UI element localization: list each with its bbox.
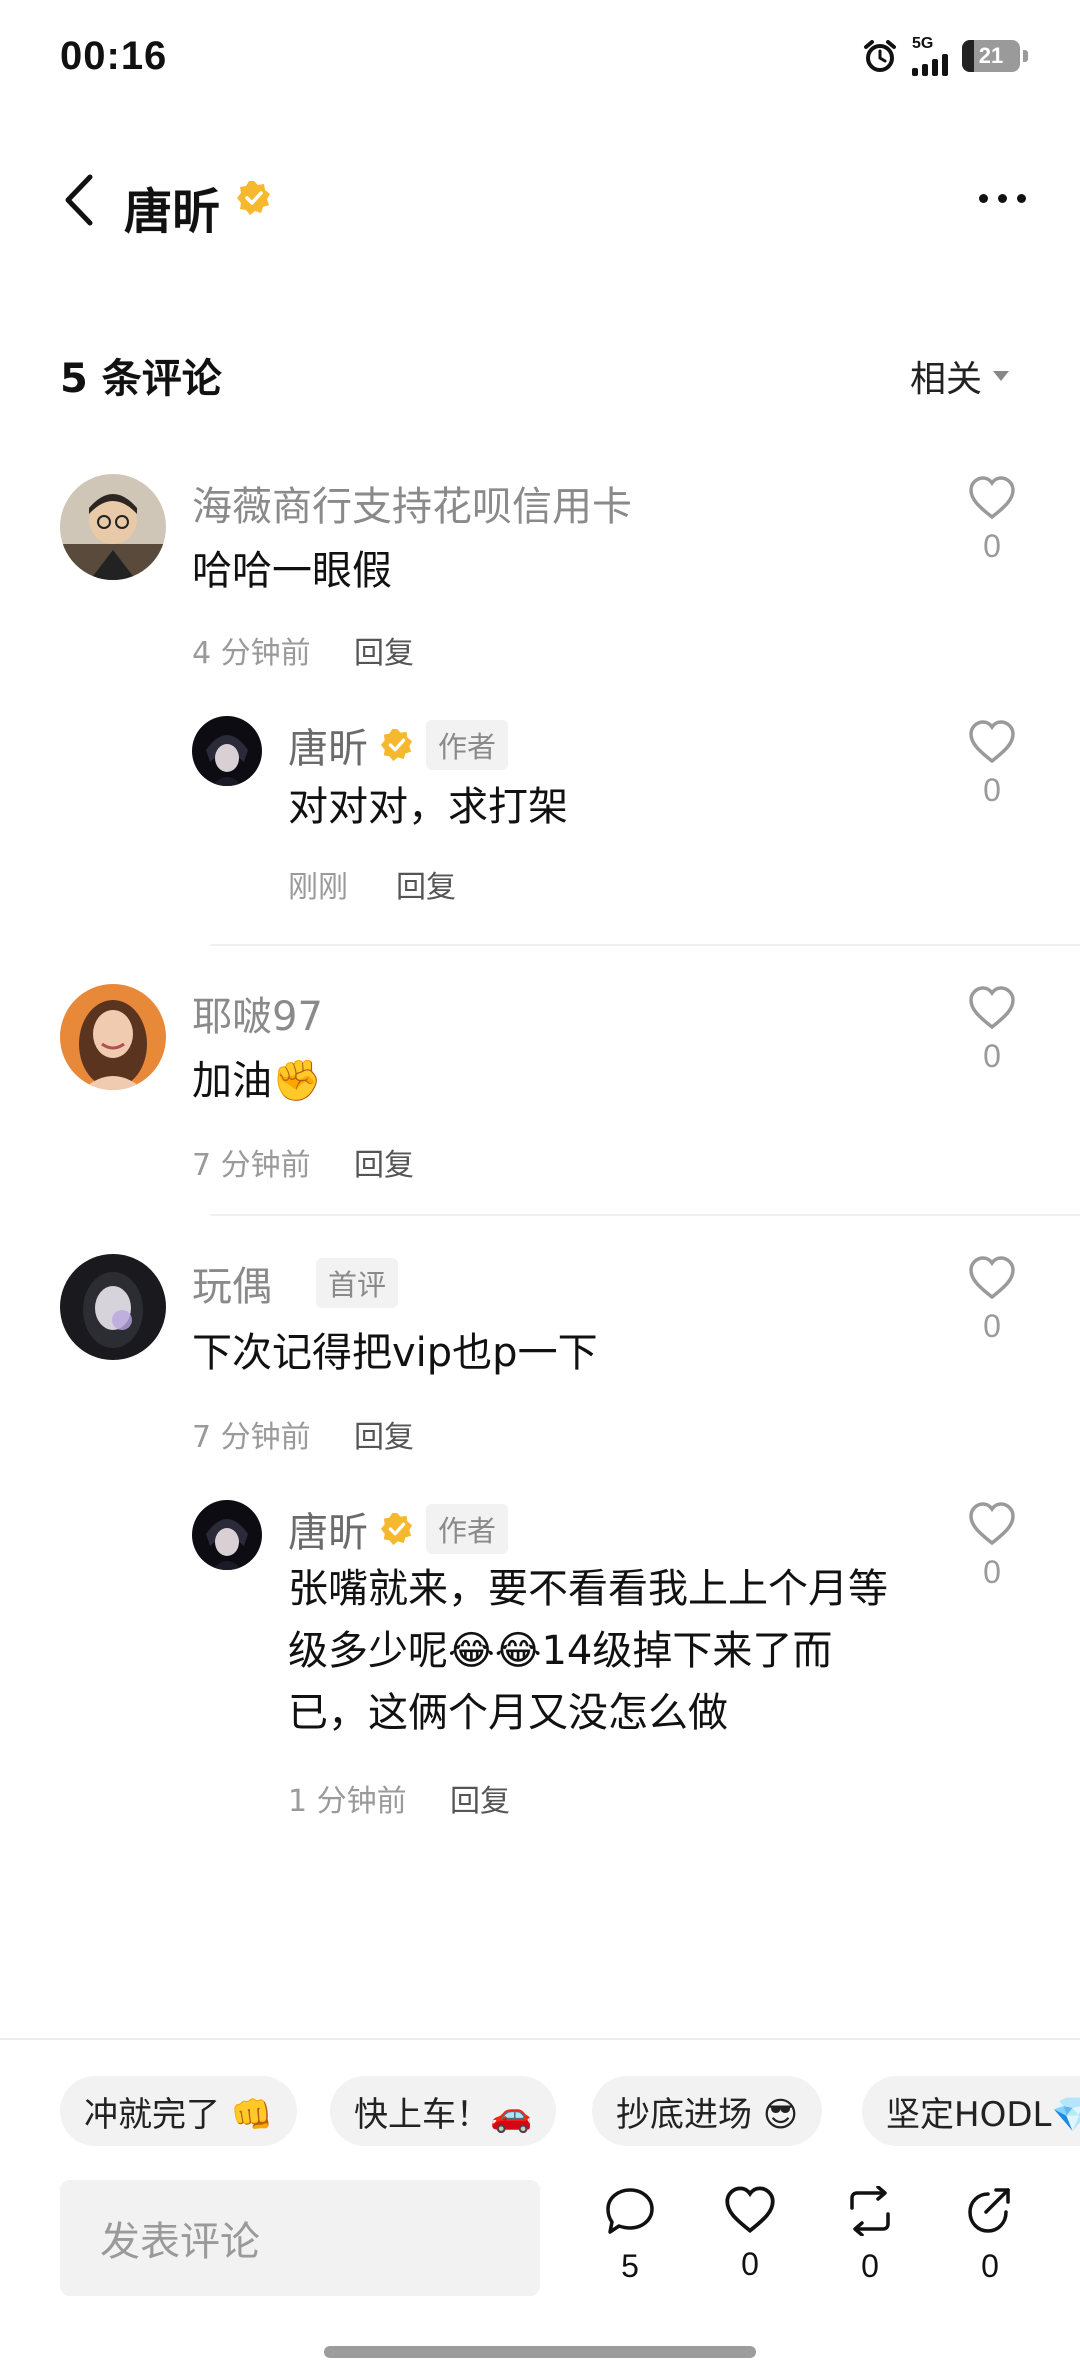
reply-time: 刚刚 [288, 870, 348, 905]
like-button[interactable]: 0 [962, 476, 1022, 565]
comment-text: 加油✊ [192, 1058, 322, 1104]
avatar[interactable] [60, 474, 166, 580]
comment-author-name[interactable]: 耶啵97 [192, 984, 323, 1042]
quick-reply-chip[interactable]: 快上车！🚗 [330, 2076, 557, 2146]
reply-button[interactable]: 回复 [354, 628, 414, 672]
network-label: 5G [912, 35, 934, 52]
share-action-button[interactable]: 0 [950, 2186, 1030, 2285]
like-count: 0 [983, 1308, 1001, 1344]
more-options-button[interactable] [979, 178, 1026, 218]
like-count: 0 [983, 772, 1001, 808]
reply-author-name[interactable]: 唐昕 [288, 1500, 368, 1558]
like-action-button[interactable]: 0 [710, 2186, 790, 2283]
comment-action-button[interactable]: 5 [590, 2186, 670, 2285]
author-tag: 作者 [426, 1504, 509, 1554]
page-title: 唐昕 [124, 172, 220, 242]
avatar[interactable] [60, 1254, 166, 1360]
reply-text-line: 级多少呢😂😂14级掉下来了而 [288, 1628, 833, 1674]
comment-author-name[interactable]: 海薇商行支持花呗信用卡 [192, 474, 632, 532]
like-count: 0 [983, 1038, 1001, 1074]
like-button[interactable]: 0 [962, 720, 1022, 809]
avatar[interactable] [60, 984, 166, 1090]
avatar-image [60, 474, 166, 580]
heart-icon [969, 476, 1015, 520]
avatar-image [60, 984, 166, 1090]
reply-text-line: 已，这俩个月又没怎么做 [288, 1690, 728, 1736]
like-button[interactable]: 0 [962, 986, 1022, 1075]
reply-author-row: 唐昕 作者 [288, 716, 509, 774]
battery-icon: 21 [962, 40, 1028, 72]
share-count: 0 [981, 2248, 999, 2284]
signal-indicator: 5G [912, 36, 948, 76]
reply-button[interactable]: 回复 [450, 1776, 510, 1820]
caret-down-icon [993, 371, 1009, 381]
divider [210, 944, 1080, 946]
heart-icon [969, 986, 1015, 1030]
quick-reply-chip[interactable]: 坚定HODL💎 [862, 2076, 1080, 2146]
sort-dropdown[interactable]: 相关 [910, 350, 1010, 402]
reply-author-row: 唐昕 作者 [288, 1500, 509, 1558]
repost-action-button[interactable]: 0 [830, 2185, 910, 2285]
reply-time: 1 分钟前 [288, 1784, 407, 1819]
battery-level: 21 [978, 43, 1004, 68]
comment-count-title: 5 条评论 [60, 356, 222, 402]
reply-text-line: 张嘴就来，要不看看我上上个月等 [288, 1566, 888, 1612]
avatar[interactable] [192, 1500, 262, 1570]
reply-text: 对对对，求打架 [288, 784, 568, 830]
more-dot-icon [979, 193, 988, 203]
comment-input-placeholder: 发表评论 [100, 2219, 260, 2265]
comment-input[interactable]: 发表评论 [60, 2180, 540, 2296]
reply-button[interactable]: 回复 [354, 1140, 414, 1184]
avatar-image [192, 716, 262, 786]
back-button[interactable] [54, 168, 104, 232]
heart-icon [969, 720, 1015, 764]
like-count: 0 [741, 2246, 759, 2282]
comment-text: 下次记得把vip也p一下 [192, 1330, 598, 1376]
signal-bars-icon [912, 52, 948, 76]
comment-author-row: 玩偶 首评 [192, 1254, 399, 1312]
page-title-text: 唐昕 [124, 184, 221, 240]
verified-badge-icon [380, 728, 413, 762]
like-button[interactable]: 0 [962, 1502, 1022, 1591]
comment-bubble-icon [606, 2188, 654, 2234]
alarm-icon [864, 40, 896, 72]
like-count: 0 [983, 1554, 1001, 1590]
heart-icon [725, 2186, 775, 2233]
bottom-divider [0, 2038, 1080, 2040]
quick-reply-chip[interactable]: 冲就完了 👊 [60, 2076, 298, 2146]
comment-text: 哈哈一眼假 [192, 548, 392, 594]
like-count: 0 [983, 528, 1001, 564]
comment-time: 7 分钟前 [192, 1148, 311, 1183]
repost-icon [850, 2185, 890, 2237]
status-icons: 5G 21 [862, 36, 1028, 76]
reply-button[interactable]: 回复 [354, 1412, 414, 1456]
chevron-left-icon [65, 174, 93, 226]
repost-count: 0 [861, 2248, 879, 2284]
verified-badge-icon [380, 1512, 413, 1546]
verified-badge-icon [237, 181, 270, 215]
avatar[interactable] [192, 716, 262, 786]
home-indicator[interactable] [324, 2346, 756, 2358]
author-tag: 作者 [426, 720, 509, 770]
avatar-image [192, 1500, 262, 1570]
comment-author-name[interactable]: 玩偶 [192, 1254, 272, 1312]
share-icon [968, 2188, 1010, 2233]
heart-icon [969, 1502, 1015, 1546]
comment-time: 7 分钟前 [192, 1420, 311, 1455]
divider [210, 1214, 1080, 1216]
sort-label: 相关 [909, 359, 982, 400]
reply-button[interactable]: 回复 [396, 862, 456, 906]
comment-count: 5 [621, 2248, 639, 2284]
quick-reply-chip[interactable]: 抄底进场 😎 [592, 2076, 823, 2146]
avatar-image [60, 1254, 166, 1360]
reply-author-name[interactable]: 唐昕 [288, 716, 368, 774]
status-time: 00:16 [60, 34, 168, 78]
first-comment-tag: 首评 [316, 1258, 399, 1308]
quick-reply-strip: 冲就完了 👊 快上车！🚗 抄底进场 😎 坚定HODL💎 [0, 2076, 1080, 2146]
like-button[interactable]: 0 [962, 1256, 1022, 1345]
heart-icon [969, 1256, 1015, 1300]
comment-time: 4 分钟前 [192, 636, 311, 671]
